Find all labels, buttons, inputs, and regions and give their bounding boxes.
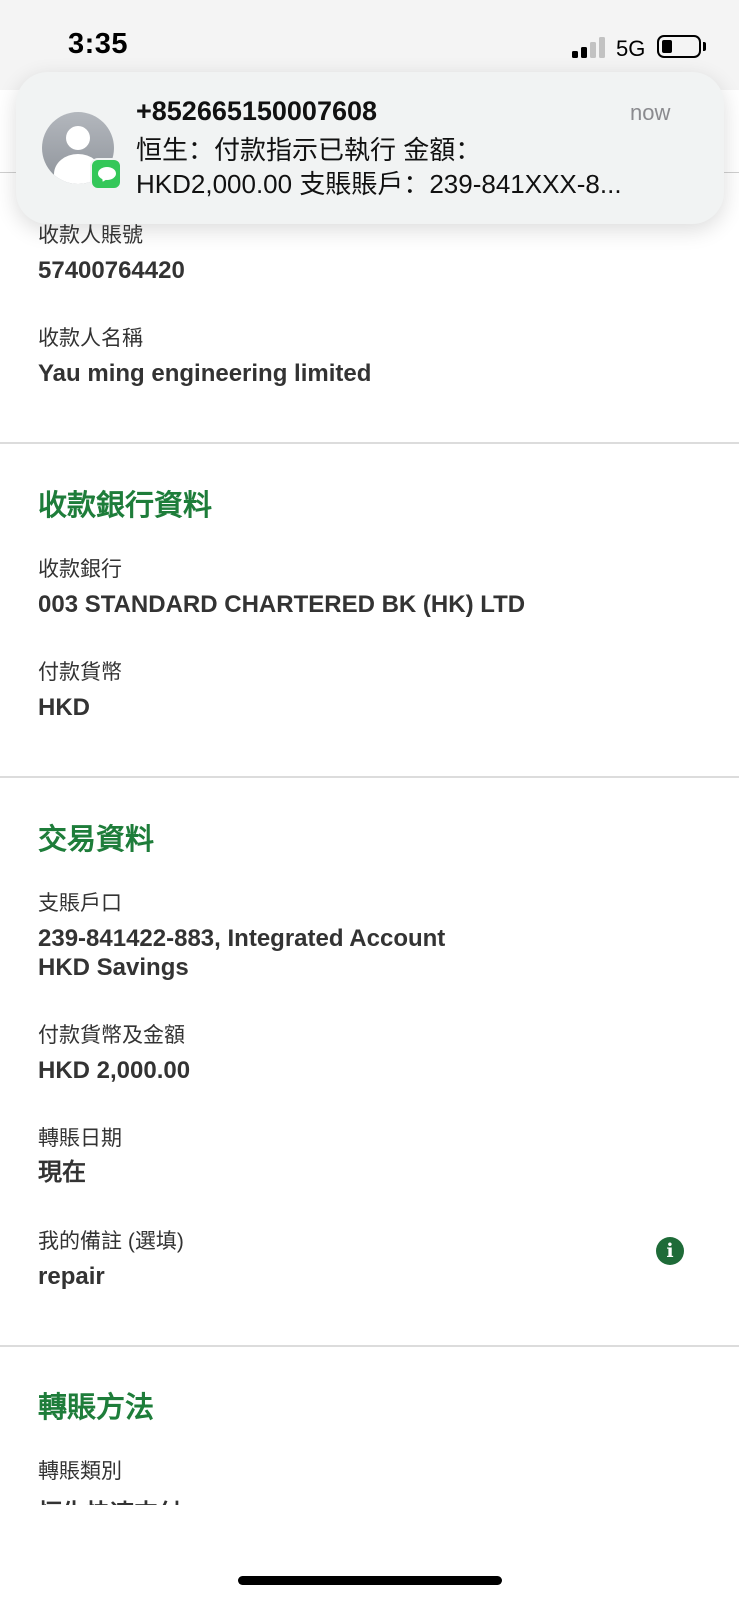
debit-account-label: 支賬戶口 [38,892,122,915]
debit-account-line1: 239-841422-883, Integrated Account [38,925,446,952]
amount-value: HKD 2,000.00 [38,1057,191,1084]
sms-notification-banner[interactable]: +852665150007608 now 恒生：付款指示已執行 金額： HKD2… [16,72,724,224]
amount-label: 付款貨幣及金額 [38,1024,185,1047]
info-icon[interactable]: i [656,1237,684,1265]
status-time: 3:35 [68,28,129,60]
bank-label: 收款銀行 [38,558,122,581]
transfer-type-value-clipped: 恒生快速支付 [38,1490,182,1505]
transaction-section-title: 交易資料 [38,824,155,856]
method-section-title: 轉賬方法 [38,1392,155,1424]
remark-label: 我的備註 (選填) [38,1230,184,1253]
notification-text-line2: HKD2,000.00 支賬賬戶：239-841XXX-8... [136,169,622,199]
payee-name-label: 收款人名稱 [38,327,143,350]
section-divider [0,1345,739,1347]
battery-tip [703,42,706,51]
transfer-type-label: 轉賬類別 [38,1460,122,1483]
transfer-date-value: 現在 [38,1159,86,1186]
payee-name-value: Yau ming engineering limited [38,360,372,387]
bank-section-title: 收款銀行資料 [38,490,213,522]
debit-account-line2: HKD Savings [38,954,189,981]
notification-sender: +852665150007608 [136,96,378,126]
currency-label: 付款貨幣 [38,661,122,684]
notification-text-line1: 恒生：付款指示已執行 金額： [136,135,482,165]
messages-icon [90,158,122,190]
network-type: 5G [616,36,646,61]
section-divider [0,776,739,778]
battery-icon [657,35,701,58]
signal-strength-icon [572,36,606,58]
remark-value: repair [38,1263,105,1290]
transfer-date-label: 轉賬日期 [38,1127,122,1150]
payee-account-label: 收款人賬號 [38,224,143,247]
debit-account-value: 239-841422-883, Integrated Account HKD S… [38,924,445,982]
currency-value: HKD [38,694,90,721]
notification-time: now [630,100,671,125]
home-indicator[interactable] [238,1576,502,1585]
transfer-type-value: 恒生快速支付 [38,1493,182,1505]
section-divider [0,442,739,444]
payee-account-value: 57400764420 [38,257,185,284]
bank-value: 003 STANDARD CHARTERED BK (HK) LTD [38,591,526,618]
